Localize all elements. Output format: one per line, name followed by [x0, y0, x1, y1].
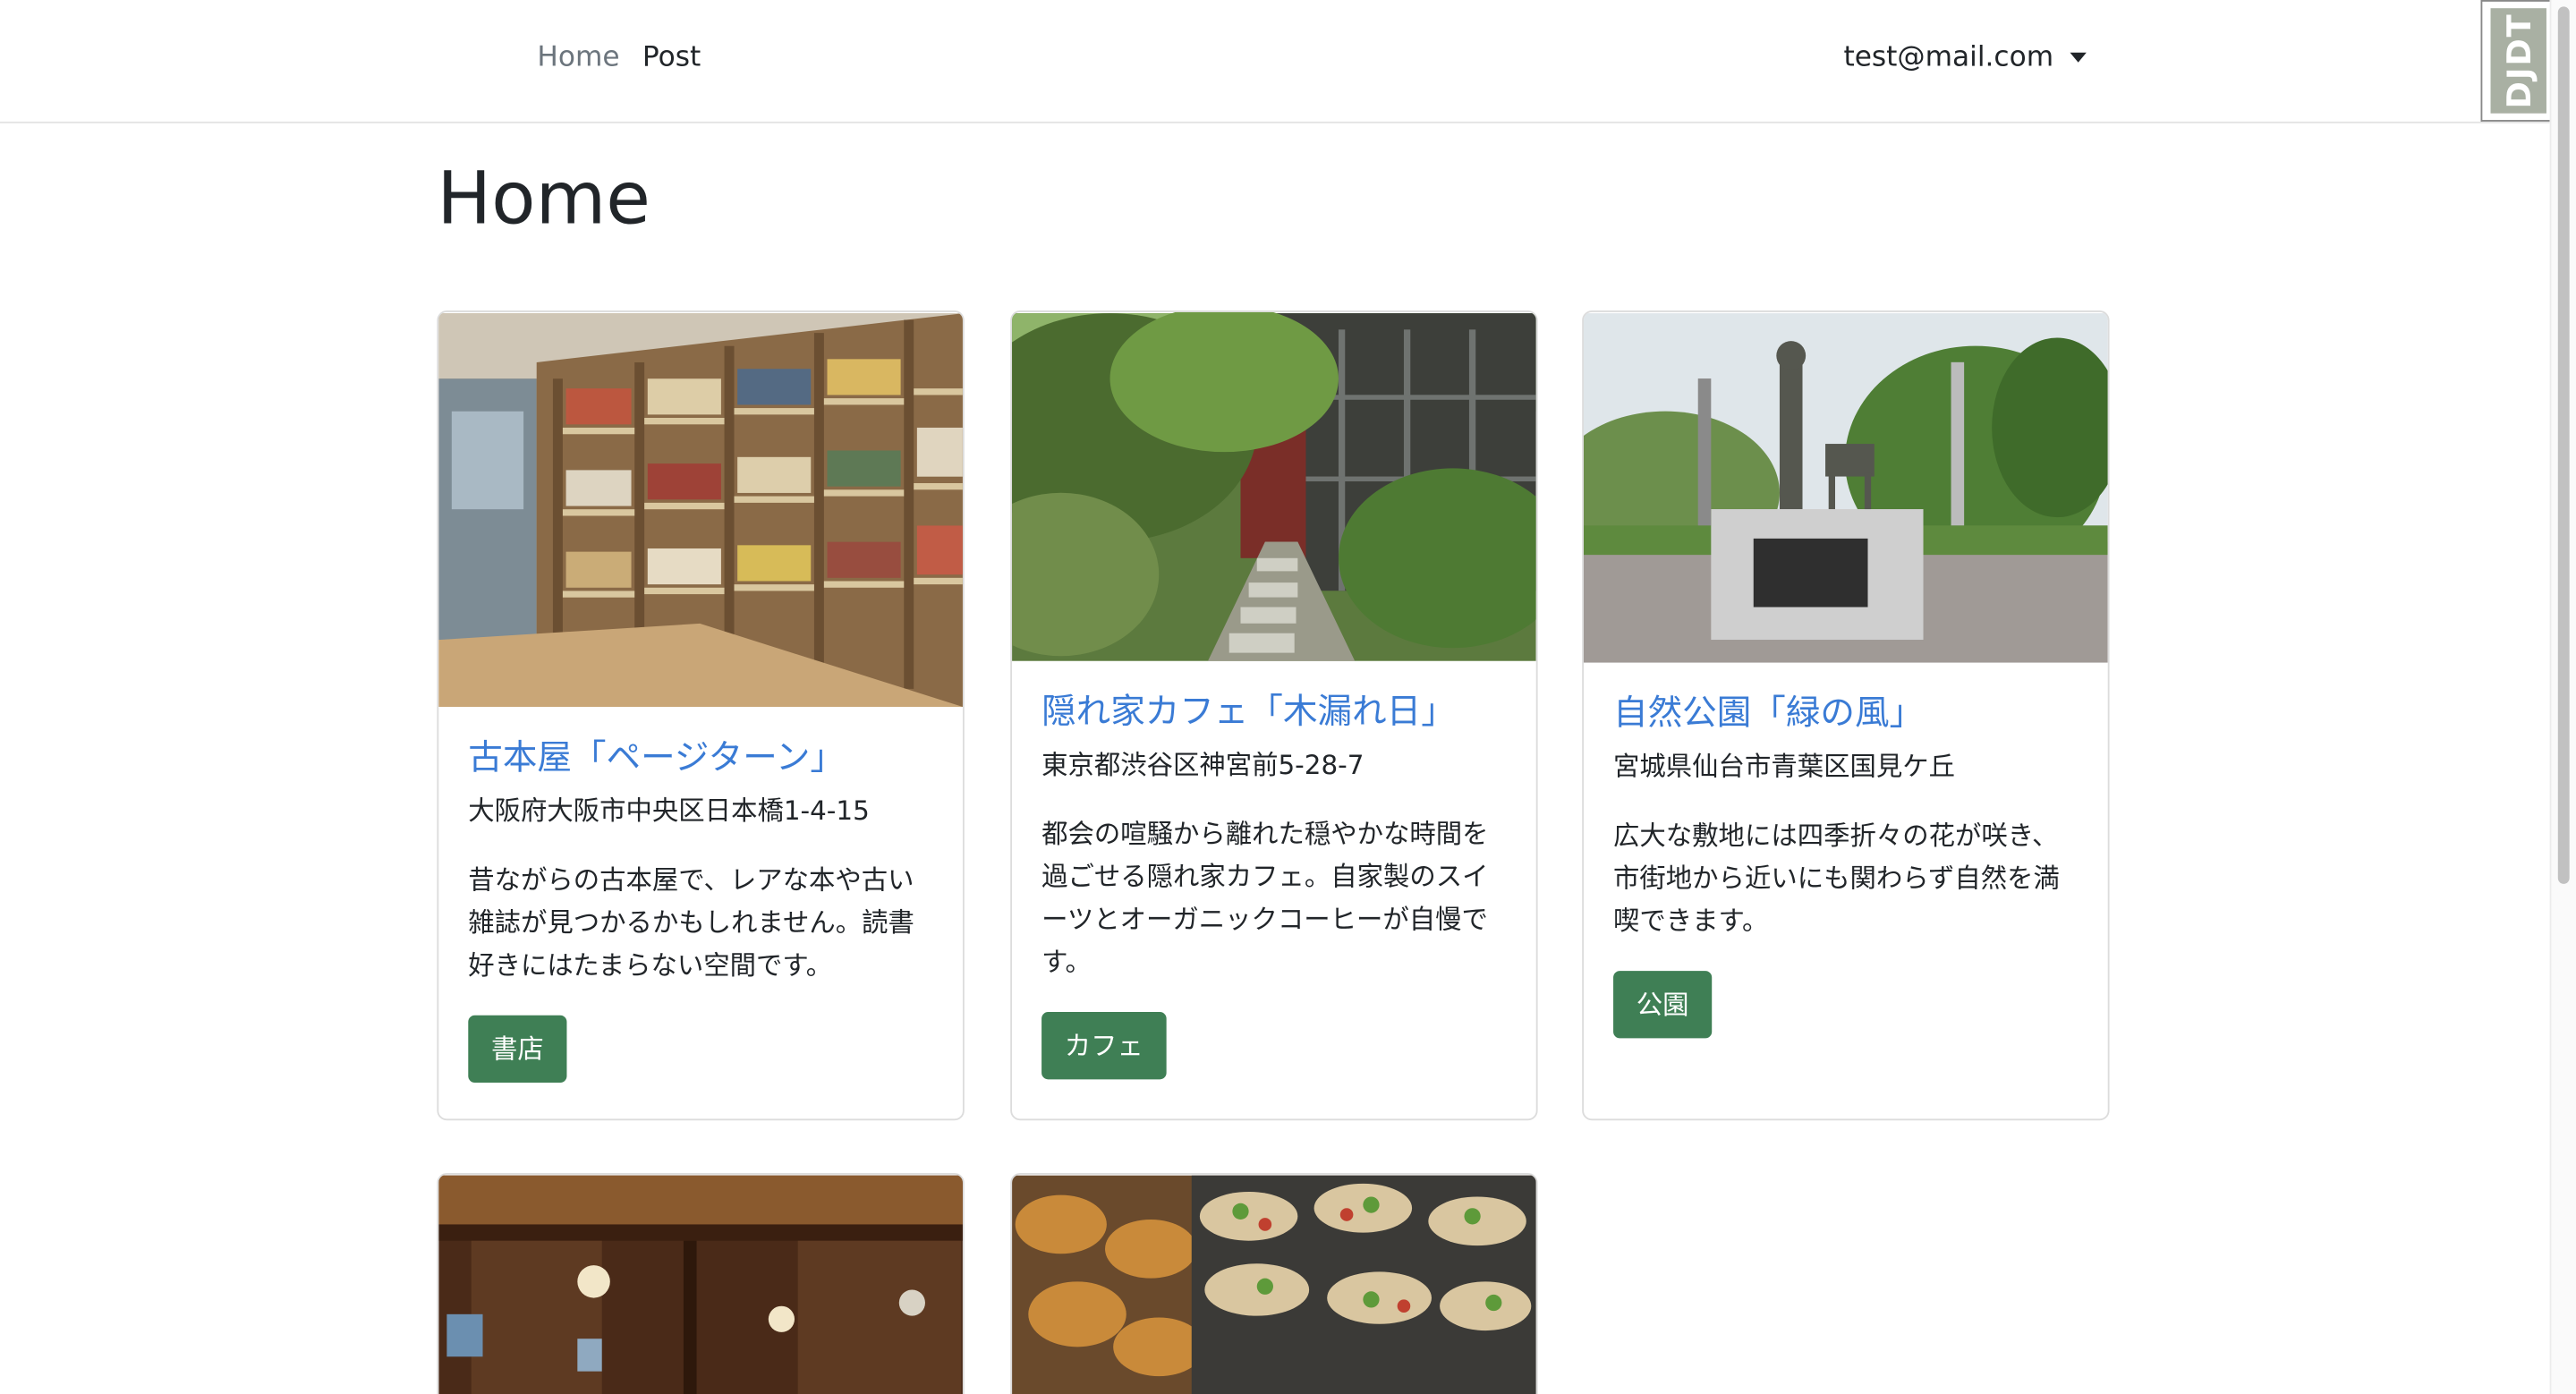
page-title: Home	[437, 157, 650, 242]
browser-viewport: Home Post test@mail.com DJDT Home 古本屋「ペー…	[0, 0, 2576, 1394]
card-title-link[interactable]: 自然公園「緑の風」	[1613, 690, 2079, 735]
page-scrollbar[interactable]	[2549, 0, 2576, 1394]
category-tag-button[interactable]: カフェ	[1041, 1012, 1167, 1080]
nav-post-link[interactable]: Post	[642, 39, 701, 75]
card-description: 広大な敷地には四季折々の花が咲き、市街地から近いにも関わらず自然を満喫できます。	[1613, 820, 2060, 937]
garden-cafe-photo	[1012, 311, 1536, 661]
category-tag-button[interactable]: 公園	[1613, 971, 1713, 1039]
djdt-toolbar-handle[interactable]: DJDT	[2480, 0, 2550, 122]
category-tag-button[interactable]: 書店	[468, 1015, 567, 1083]
card-description: 都会の喧騒から離れた穏やかな時間を過ごせる隠れ家カフェ。自家製のスイーツとオーガ…	[1041, 818, 1489, 978]
place-card	[437, 1172, 965, 1394]
card-description: 昔ながらの古本屋で、レアな本や古い雑誌が見つかるかもしれません。読書好きにはたま…	[468, 863, 914, 982]
user-dropdown[interactable]: test@mail.com	[1843, 39, 2087, 75]
place-card: 隠れ家カフェ「木漏れ日」 東京都渋谷区神宮前5-28-7 都会の喧騒から離れた穏…	[1010, 310, 1538, 1121]
card-title-link[interactable]: 古本屋「ページターン」	[468, 735, 933, 780]
scrollbar-thumb[interactable]	[2557, 6, 2570, 884]
djdt-label: DJDT	[2498, 13, 2538, 109]
card-address: 宮城県仙台市青葉区国見ケ丘	[1613, 751, 1955, 782]
card-address: 大阪府大阪市中央区日本橋1-4-15	[468, 795, 870, 827]
classic-interior-photo	[438, 1175, 963, 1394]
caret-down-icon	[2070, 52, 2087, 63]
navbar: Home Post test@mail.com	[0, 0, 2550, 123]
card-title-link[interactable]: 隠れ家カフェ「木漏れ日」	[1041, 688, 1507, 734]
bookshop-photo	[438, 313, 963, 707]
place-card	[1010, 1172, 1538, 1394]
djdt-badge: DJDT	[2490, 8, 2546, 114]
nav-home-link[interactable]: Home	[537, 39, 619, 75]
user-email: test@mail.com	[1843, 40, 2054, 74]
place-card: 古本屋「ページターン」 大阪府大阪市中央区日本橋1-4-15 昔ながらの古本屋で…	[437, 310, 965, 1121]
place-card: 自然公園「緑の風」 宮城県仙台市青葉区国見ケ丘 広大な敷地には四季折々の花が咲き…	[1582, 310, 2110, 1121]
card-address: 東京都渋谷区神宮前5-28-7	[1041, 749, 1365, 781]
baked-food-photo	[1012, 1175, 1536, 1394]
park-statue-photo	[1584, 313, 2108, 663]
